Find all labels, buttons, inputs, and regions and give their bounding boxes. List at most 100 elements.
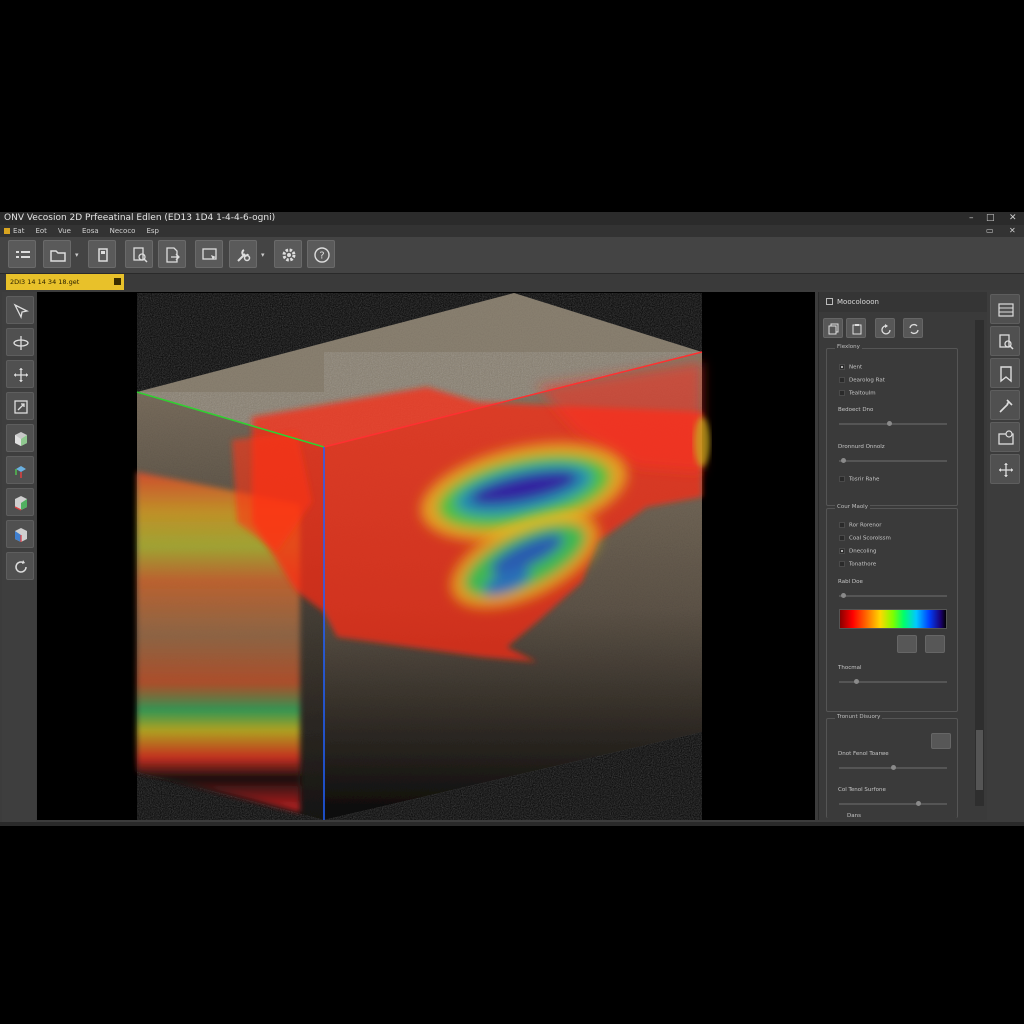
slider-5[interactable] [839,765,947,770]
view-front-button[interactable] [6,520,34,548]
option-dearolog[interactable]: Dearolog Rat [839,377,885,384]
copy-icon [828,323,839,335]
bookmark-icon [1000,366,1012,383]
menu-bar: Eat Eot Vue Eosa Necoco Esp ▭ ✕ [0,225,1024,237]
cube-icon [15,432,27,446]
view-side-button[interactable] [6,488,34,516]
menu-item-edit[interactable]: Eot [35,227,46,235]
option-tosrir[interactable]: Tosrir Rahe [839,476,879,483]
slider-1[interactable] [839,421,947,426]
slider-knob[interactable] [890,765,896,770]
option-tealtoulm[interactable]: Tealtoulm [839,390,876,397]
checkbox[interactable] [839,561,845,567]
left-tool-strip [2,292,36,822]
doc-restore-icon[interactable]: ▭ [986,225,994,237]
transform-button[interactable] [990,454,1020,484]
maximize-icon[interactable]: □ [986,212,995,225]
measure-button[interactable] [990,390,1020,420]
refresh-button[interactable] [903,318,923,338]
tools-dropdown-icon[interactable]: ▾ [261,251,265,259]
title-bar: ONV Vecosion 2D Prfeeatinal Edlen (ED13 … [0,212,1024,225]
slider-knob[interactable] [854,679,860,684]
option-nent[interactable]: Nent [839,364,862,371]
select-tool-button[interactable] [6,296,34,324]
option-ror[interactable]: Ror Rorenor [839,522,882,529]
checkbox[interactable] [839,535,845,541]
checkbox[interactable] [839,390,845,396]
open-dropdown-icon[interactable]: ▾ [75,251,79,259]
zoom-extents-button[interactable] [6,392,34,420]
capture-button[interactable] [990,422,1020,452]
panel-icon [826,298,833,305]
inspect-data-button[interactable] [990,326,1020,356]
scrollbar-thumb[interactable] [976,730,983,790]
app-icon [4,228,10,234]
group-color-map: Cour Maoly Ror Rorenor Coal Scorolssm Dn… [826,504,958,712]
help-button[interactable]: ? [307,240,335,268]
copy-button[interactable] [823,318,843,338]
minimize-icon[interactable]: – [969,212,974,225]
view-3d-button[interactable] [6,424,34,452]
volume-render[interactable] [37,292,815,820]
layers-button[interactable] [990,294,1020,324]
group-rendering-title: Flexlony [835,344,862,350]
checkbox[interactable] [839,377,845,383]
settings-button[interactable] [274,240,302,268]
application-window: ONV Vecosion 2D Prfeeatinal Edlen (ED13 … [0,212,1024,826]
slider-knob[interactable] [916,801,922,806]
panel-scrollbar[interactable] [975,320,984,806]
orbit-tool-button[interactable] [6,328,34,356]
reset-view-button[interactable] [6,552,34,580]
status-bar [0,822,1024,826]
view-top-button[interactable] [6,456,34,484]
inspect-button[interactable] [125,240,153,268]
radio-selected[interactable] [839,548,845,554]
slider-3[interactable] [839,593,947,598]
colormap-edit-button[interactable] [925,635,945,653]
option-dnecoling[interactable]: Dnecoling [839,548,877,555]
display-options-button[interactable] [931,733,951,749]
slider-knob[interactable] [841,593,847,598]
tools-button[interactable] [229,240,257,268]
axis-gizmo-icon [15,466,26,478]
properties-panel: Moocolooon Flexlony Nent Dearolog Rat Te… [818,292,987,820]
pan-tool-button[interactable] [6,360,34,388]
menu-item-tools[interactable]: Eosa [82,227,99,235]
pointer-icon [13,303,29,319]
option-tonathore[interactable]: Tonathore [839,561,876,568]
checkbox[interactable] [839,522,845,528]
doc-close-icon[interactable]: ✕ [1009,225,1016,237]
group-display: Tronunt Disuory Dnot Fenol Toarwe Col Te… [826,714,958,819]
slider-4[interactable] [839,679,947,684]
undo-button[interactable] [875,318,895,338]
document-tab[interactable]: 2DI3 14 14 34 18.get [6,274,124,290]
open-folder-button[interactable] [43,240,71,268]
panel-title: Moocolooon [837,298,879,306]
radio-selected[interactable] [839,364,845,370]
slider2-label: Dronnurd Onnolz [838,444,885,450]
colormap-invert-button[interactable] [897,635,917,653]
3d-viewport[interactable] [37,292,815,820]
slider-2[interactable] [839,458,947,463]
slider-knob[interactable] [841,458,847,463]
new-layer-button[interactable] [8,240,36,268]
slider-6[interactable] [839,801,947,806]
bookmark-button[interactable] [990,358,1020,388]
menu-item-window[interactable]: Necoco [110,227,136,235]
option-coal[interactable]: Coal Scorolssm [839,535,891,542]
document-tab-label: 2DI3 14 14 34 18.get [10,278,80,286]
close-icon[interactable]: ✕ [1009,212,1017,225]
menu-item-help[interactable]: Esp [146,227,159,235]
document-tab-strip: 2DI3 14 14 34 18.get [0,274,1024,290]
menu-item-file[interactable]: Eat [13,227,24,235]
export-button[interactable] [158,240,186,268]
screenshot-button[interactable] [195,240,223,268]
paste-button[interactable] [846,318,866,338]
slider-knob[interactable] [887,421,893,426]
save-button[interactable] [88,240,116,268]
checkbox[interactable] [839,476,845,482]
tab-close-icon[interactable] [114,278,121,285]
right-tool-strip [988,292,1022,822]
color-scale-bar[interactable] [839,609,947,629]
menu-item-view[interactable]: Vue [58,227,71,235]
